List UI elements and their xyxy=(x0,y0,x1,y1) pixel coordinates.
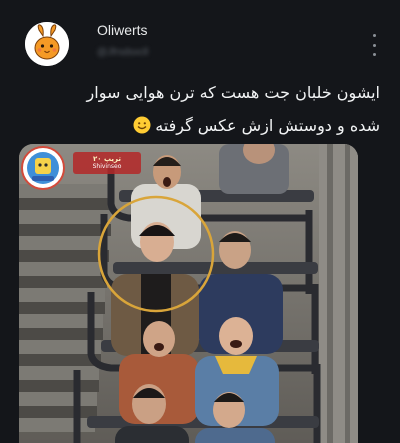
bunny-avatar-icon xyxy=(25,22,69,66)
roller-coaster-photo xyxy=(19,144,358,443)
author-handle[interactable]: @Jfrsdsxcll xyxy=(97,47,148,58)
post-text-line-2-text: شده و دوستش ازش عکس گرفته xyxy=(155,116,380,135)
author-avatar[interactable] xyxy=(25,22,69,66)
post-card: Oliwerts @Jfrsdsxcll ایشون خلبان جت هست … xyxy=(0,0,400,443)
post-text-line-2: شده و دوستش ازش عکس گرفته xyxy=(20,109,380,142)
smiling-face-emoji-icon xyxy=(133,116,151,134)
post-text: ایشون خلبان جت هست که ترن هوایی سوار شده… xyxy=(20,76,380,142)
channel-watermark-handle: Shivinseo xyxy=(92,163,122,170)
more-options-icon[interactable] xyxy=(364,34,384,56)
post-media-image[interactable]: تریپ ۲۰ Shivinseo xyxy=(19,144,358,443)
author-display-name[interactable]: Oliwerts xyxy=(97,22,148,38)
channel-watermark: تریپ ۲۰ Shivinseo xyxy=(73,152,141,174)
post-text-line-1: ایشون خلبان جت هست که ترن هوایی سوار xyxy=(86,83,380,102)
channel-watermark-title: تریپ ۲۰ xyxy=(92,155,121,163)
channel-logo-icon xyxy=(21,146,65,190)
